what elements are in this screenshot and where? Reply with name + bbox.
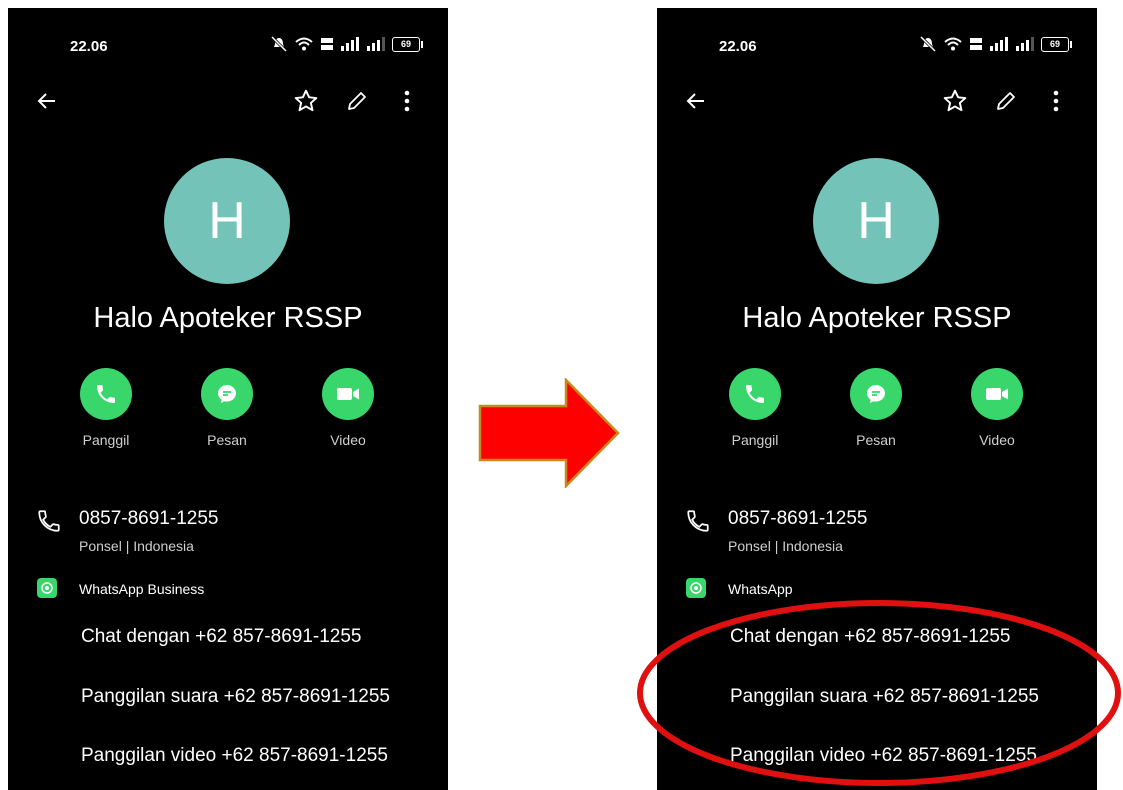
back-arrow-icon — [37, 93, 55, 109]
wifi-icon — [944, 37, 962, 51]
message-action-label: Pesan — [207, 432, 247, 448]
call-action-button[interactable]: Panggil — [710, 368, 800, 448]
mute-icon — [270, 36, 288, 52]
phone-screen-before: 22.06 69 H Halo Apoteker RSSP Panggil Pe… — [8, 8, 448, 790]
whatsapp-glyph-icon — [690, 582, 702, 594]
status-icons: 69 — [270, 36, 423, 52]
back-button[interactable] — [681, 86, 711, 116]
transition-arrow-icon — [478, 378, 620, 488]
status-icons: 69 — [919, 36, 1072, 52]
volte-icon — [321, 38, 333, 50]
whatsapp-chat-link[interactable]: Chat dengan +62 857-8691-1255 — [81, 626, 362, 648]
video-action-circle[interactable] — [322, 368, 374, 420]
phone-icon — [746, 385, 764, 403]
message-action-button[interactable]: Pesan — [182, 368, 272, 448]
phone-outline-icon — [38, 510, 60, 532]
phone-number-icon — [36, 508, 62, 539]
whatsapp-glyph-icon — [41, 582, 53, 594]
call-action-label: Panggil — [82, 432, 130, 448]
back-arrow-icon — [686, 93, 704, 109]
video-action-label: Video — [330, 432, 366, 448]
signal-icon — [341, 37, 359, 51]
whatsapp-label: WhatsApp — [728, 581, 793, 597]
star-icon — [294, 89, 318, 112]
signal-icon-2 — [1016, 37, 1034, 51]
call-action-circle[interactable] — [729, 368, 781, 420]
video-action-circle[interactable] — [971, 368, 1023, 420]
call-action-button[interactable]: Panggil — [61, 368, 151, 448]
call-action-label: Panggil — [731, 432, 779, 448]
whatsapp-video-call-link[interactable]: Panggilan video +62 857-8691-1255 — [81, 745, 388, 767]
battery-indicator: 69 — [1041, 36, 1072, 52]
signal-icon-2 — [367, 37, 385, 51]
phone-meta: Ponsel | Indonesia — [79, 538, 194, 554]
favorite-button[interactable] — [291, 86, 321, 116]
message-icon — [867, 385, 885, 403]
favorite-button[interactable] — [940, 86, 970, 116]
highlight-ellipse — [637, 600, 1121, 786]
star-icon — [943, 89, 967, 112]
video-action-button[interactable]: Video — [952, 368, 1042, 448]
signal-icon — [990, 37, 1008, 51]
more-icon — [1053, 90, 1059, 112]
avatar: H — [164, 158, 290, 284]
video-action-label: Video — [979, 432, 1015, 448]
whatsapp-label: WhatsApp Business — [79, 581, 205, 597]
edit-button[interactable] — [991, 86, 1021, 116]
video-action-button[interactable]: Video — [303, 368, 393, 448]
status-time: 22.06 — [70, 38, 108, 55]
status-time: 22.06 — [719, 38, 757, 55]
mute-icon — [919, 36, 937, 52]
more-button[interactable] — [392, 86, 422, 116]
phone-number[interactable]: 0857-8691-1255 — [728, 508, 867, 530]
call-action-circle[interactable] — [80, 368, 132, 420]
whatsapp-voice-call-link[interactable]: Panggilan suara +62 857-8691-1255 — [81, 686, 390, 708]
phone-icon — [97, 385, 115, 403]
back-button[interactable] — [32, 86, 62, 116]
phone-number-icon — [685, 508, 711, 539]
wifi-icon — [295, 37, 313, 51]
more-icon — [404, 90, 410, 112]
contact-name: Halo Apoteker RSSP — [742, 302, 1012, 334]
message-action-circle[interactable] — [201, 368, 253, 420]
phone-number[interactable]: 0857-8691-1255 — [79, 508, 218, 530]
whatsapp-icon — [37, 578, 57, 598]
more-button[interactable] — [1041, 86, 1071, 116]
whatsapp-icon — [686, 578, 706, 598]
phone-outline-icon — [687, 510, 709, 532]
contact-name: Halo Apoteker RSSP — [93, 302, 363, 334]
battery-indicator: 69 — [392, 36, 423, 52]
video-icon — [986, 388, 1008, 400]
edit-button[interactable] — [342, 86, 372, 116]
volte-icon — [970, 38, 982, 50]
message-action-label: Pesan — [856, 432, 896, 448]
phone-meta: Ponsel | Indonesia — [728, 538, 843, 554]
message-action-circle[interactable] — [850, 368, 902, 420]
message-icon — [218, 385, 236, 403]
edit-icon — [997, 92, 1015, 110]
edit-icon — [348, 92, 366, 110]
video-icon — [337, 388, 359, 400]
message-action-button[interactable]: Pesan — [831, 368, 921, 448]
avatar: H — [813, 158, 939, 284]
